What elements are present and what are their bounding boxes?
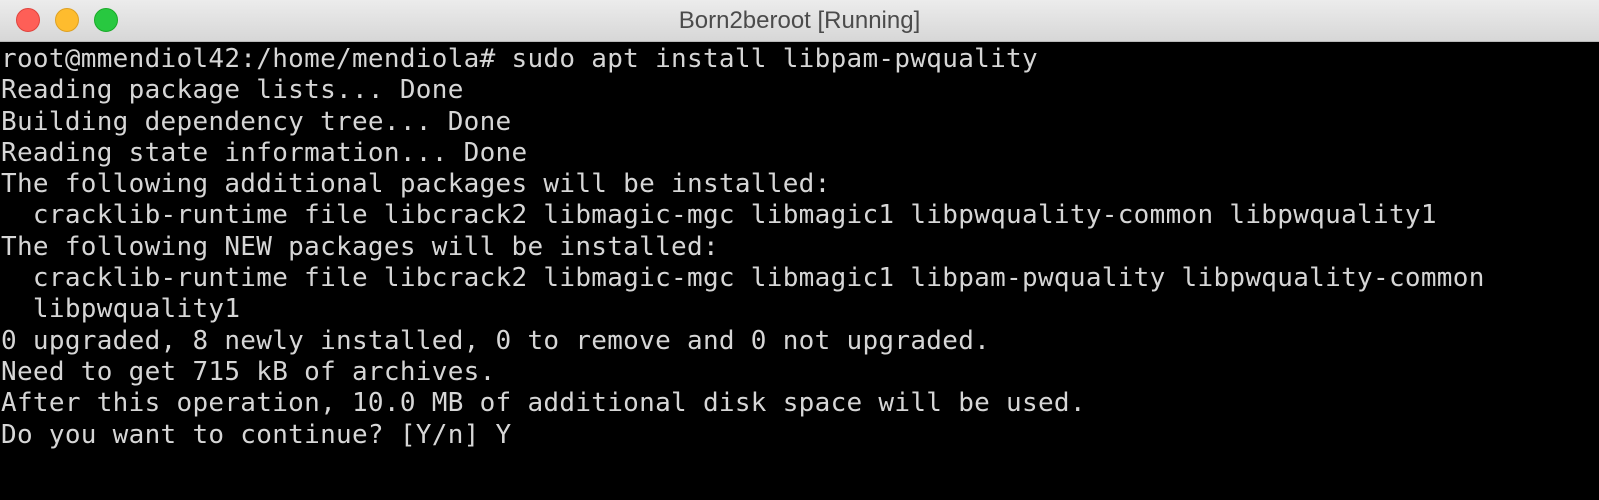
terminal-line-prompt: Do you want to continue? [Y/n] Y	[1, 419, 512, 450]
terminal-line: cracklib-runtime file libcrack2 libmagic…	[1, 263, 1485, 294]
terminal-line: The following additional packages will b…	[1, 169, 831, 200]
terminal-screen[interactable]: root@mmendiol42:/home/mendiola# sudo apt…	[0, 42, 1599, 500]
terminal-line: 0 upgraded, 8 newly installed, 0 to remo…	[1, 325, 991, 356]
terminal-line: Reading package lists... Done	[1, 75, 464, 106]
title-bar[interactable]: Born2beroot [Running]	[0, 0, 1599, 42]
terminal-line: The following NEW packages will be insta…	[1, 231, 719, 262]
terminal-line-command: root@mmendiol42:/home/mendiola# sudo apt…	[1, 44, 1038, 74]
terminal-line: cracklib-runtime file libcrack2 libmagic…	[1, 200, 1437, 231]
window-title: Born2beroot [Running]	[678, 7, 921, 34]
terminal-line: libpwquality1	[1, 294, 241, 325]
terminal-line: Building dependency tree... Done	[1, 106, 512, 137]
terminal-line: Reading state information... Done	[1, 137, 528, 168]
vm-window: Born2beroot [Running] root@mmendiol42:/h…	[0, 0, 1599, 500]
terminal-line: Need to get 715 kB of archives.	[1, 356, 496, 387]
terminal-line: After this operation, 10.0 MB of additio…	[1, 388, 1086, 419]
